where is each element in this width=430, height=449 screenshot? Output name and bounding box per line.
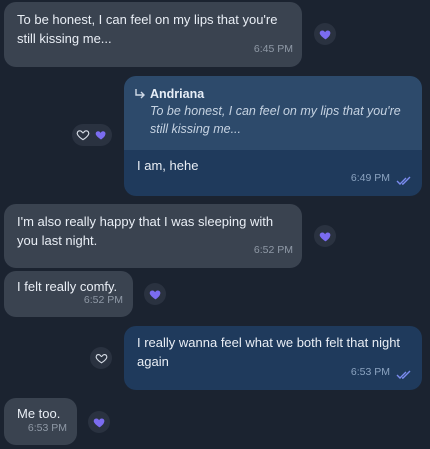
message-bubble-incoming[interactable]: Me too. 6:53 PM — [4, 398, 77, 445]
message-time: 6:53 PM — [350, 366, 390, 378]
message-bubble-incoming[interactable]: I felt really comfy. 6:52 PM — [4, 271, 133, 317]
reaction-pill[interactable] — [72, 124, 112, 146]
heart-outline-icon[interactable] — [90, 347, 112, 369]
message-time: 6:45 PM — [253, 43, 293, 55]
message-time: 6:49 PM — [350, 172, 390, 184]
purple-heart-reaction-icon[interactable] — [314, 225, 336, 247]
message-time: 6:52 PM — [83, 294, 123, 306]
message-time: 6:52 PM — [253, 244, 293, 256]
reply-quote[interactable]: Andriana To be honest, I can feel on my … — [124, 76, 422, 150]
double-check-icon — [396, 176, 411, 185]
message-text: To be honest, I can feel on my lips that… — [17, 12, 278, 46]
reply-text: To be honest, I can feel on my lips that… — [150, 104, 401, 136]
reply-arrow-icon — [135, 89, 145, 99]
message-time: 6:53 PM — [27, 422, 67, 434]
chat-view: To be honest, I can feel on my lips that… — [0, 0, 430, 449]
purple-heart-reaction-icon[interactable] — [144, 283, 166, 305]
heart-outline-icon[interactable] — [76, 128, 90, 142]
message-bubble-outgoing[interactable]: Andriana To be honest, I can feel on my … — [124, 76, 422, 196]
double-check-icon — [396, 370, 411, 379]
reply-author: Andriana — [150, 87, 205, 101]
message-bubble-incoming[interactable]: I'm also really happy that I was sleepin… — [4, 204, 302, 268]
purple-heart-reaction-icon[interactable] — [314, 23, 336, 45]
purple-heart-reaction-icon — [95, 131, 106, 140]
message-bubble-incoming[interactable]: To be honest, I can feel on my lips that… — [4, 2, 302, 67]
message-text: I'm also really happy that I was sleepin… — [17, 214, 274, 248]
purple-heart-reaction-icon[interactable] — [88, 411, 110, 433]
message-bubble-outgoing[interactable]: I really wanna feel what we both felt th… — [124, 326, 422, 390]
